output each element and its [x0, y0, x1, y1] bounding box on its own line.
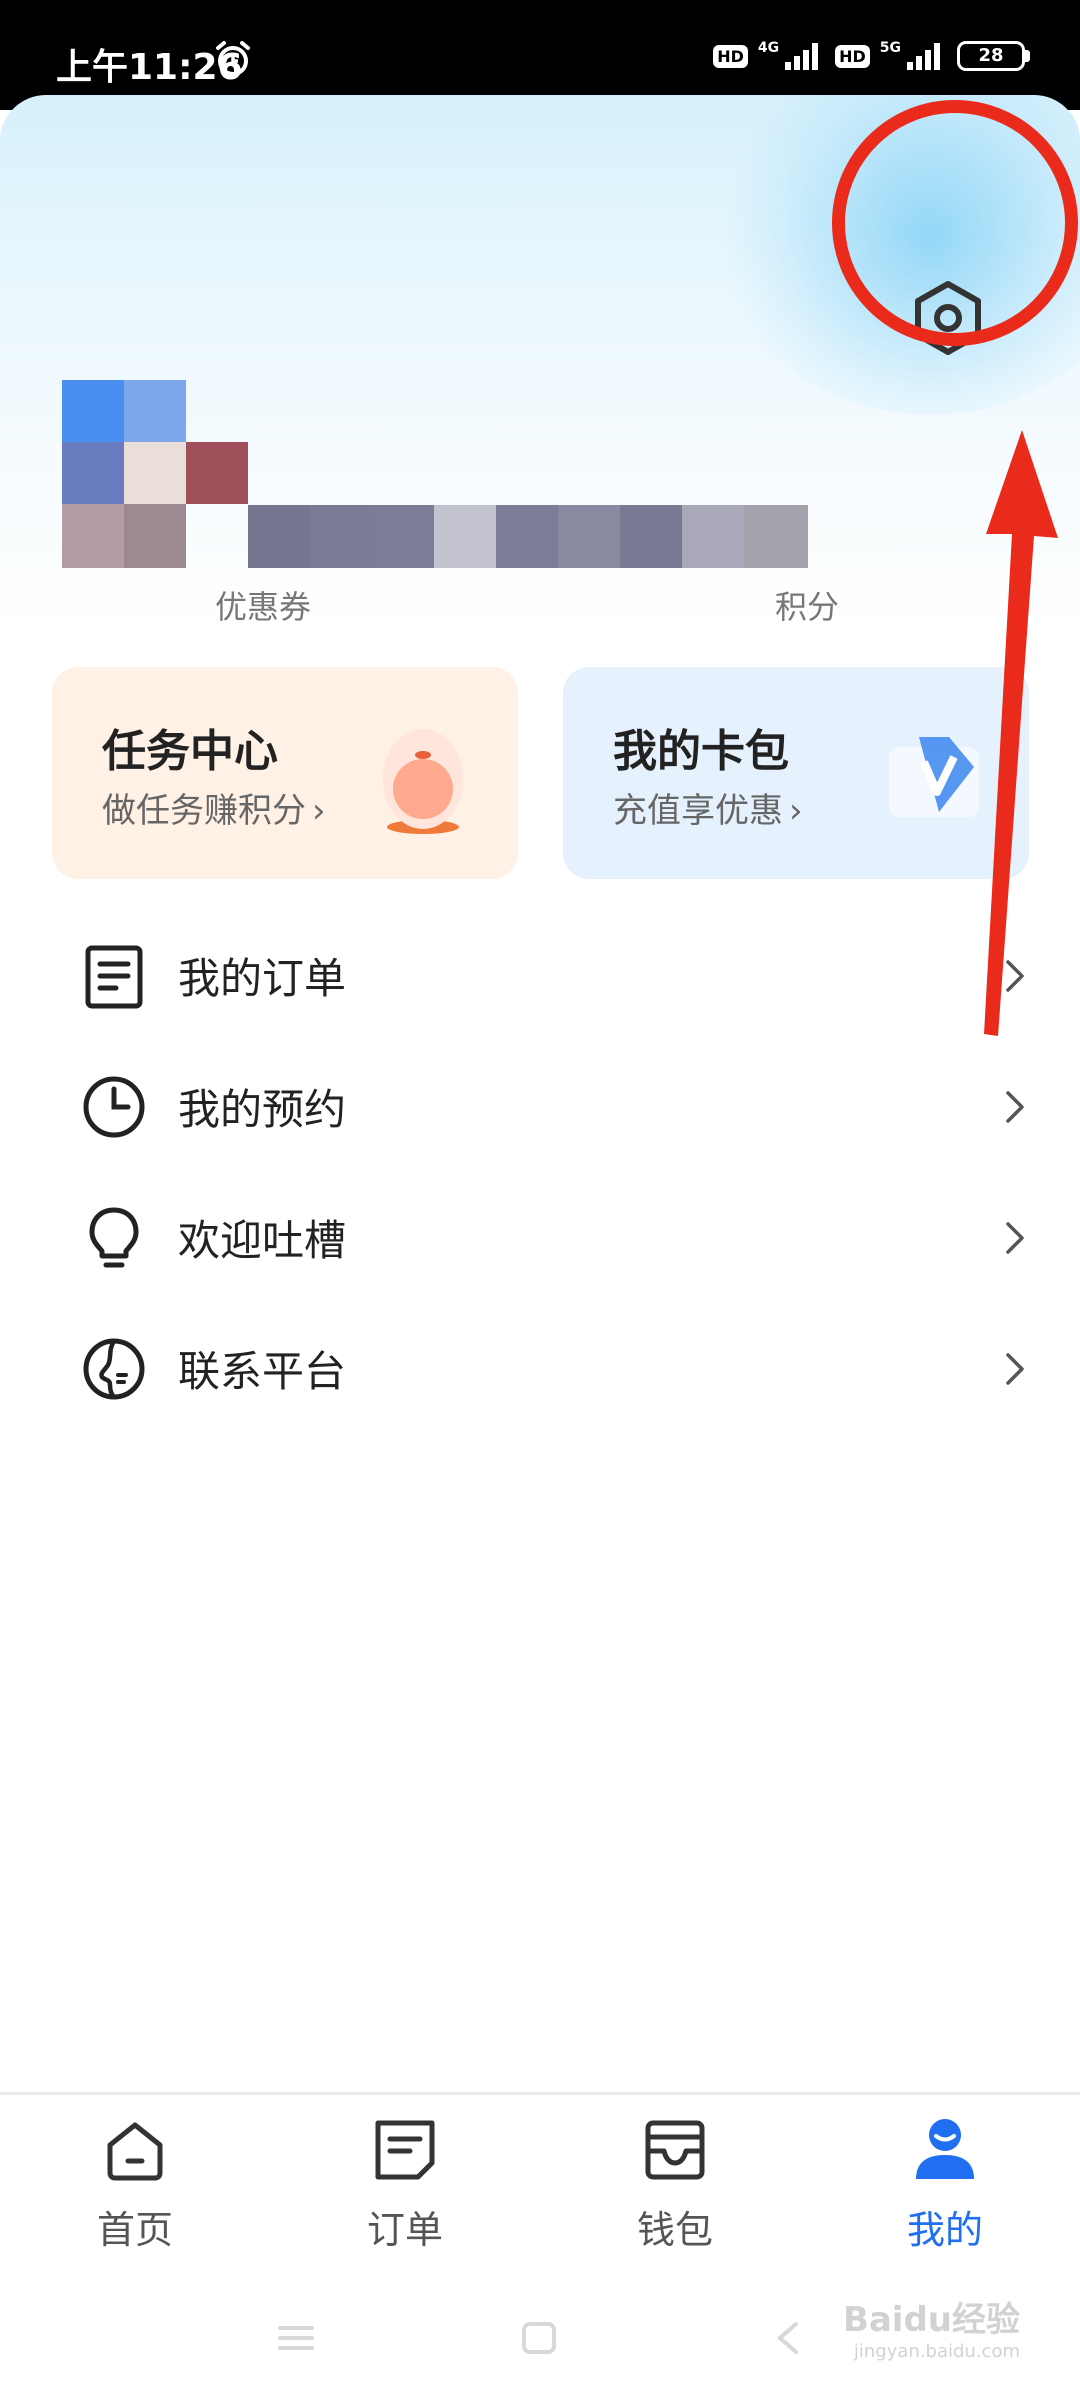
- menu-item-feedback[interactable]: 欢迎吐槽: [0, 1172, 1080, 1303]
- chevron-right-icon: [1006, 1352, 1024, 1385]
- avatar[interactable]: [62, 380, 248, 568]
- task-center-subtitle-text: 做任务赚积分: [102, 791, 306, 831]
- tab-label: 订单: [366, 2208, 443, 2252]
- my-cards-subtitle-text: 充值享优惠: [613, 791, 783, 831]
- watermark: Baidu经验 jingyan.baidu.com: [843, 2292, 1020, 2362]
- vip-card-icon: [889, 737, 979, 817]
- settings-hexagon-icon: [915, 281, 981, 355]
- menu-item-orders[interactable]: 我的订单: [0, 910, 1080, 1041]
- signal-icon-2: [907, 43, 940, 70]
- home-icon: [107, 2122, 163, 2181]
- stat-coupon-label[interactable]: 优惠券: [215, 582, 311, 628]
- my-cards-card[interactable]: 我的卡包 充值享优惠 ›: [563, 667, 1029, 879]
- menu-item-label: 联系平台: [178, 1347, 347, 1396]
- menu-list: 我的订单 我的预约 欢迎吐槽 联系平台: [0, 910, 1080, 1434]
- network-type: 4G: [757, 40, 780, 56]
- tab-label: 钱包: [636, 2208, 713, 2252]
- tab-home[interactable]: 首页: [45, 2115, 225, 2254]
- watermark-text: Baidu经验: [842, 2300, 1020, 2340]
- tab-mine[interactable]: 我的: [855, 2115, 1035, 2254]
- task-center-title: 任务中心: [102, 726, 278, 777]
- profile-header: [0, 95, 1080, 635]
- alarm-icon: [216, 41, 250, 76]
- task-center-subtitle: 做任务赚积分 ›: [102, 783, 326, 832]
- menu-item-label: 我的预约: [178, 1085, 347, 1134]
- battery-level: 28: [957, 41, 1025, 71]
- header-glow: [720, 95, 1080, 415]
- menu-icon[interactable]: [278, 2326, 314, 2350]
- tab-label: 首页: [96, 2208, 173, 2252]
- stat-points-label[interactable]: 积分: [775, 582, 839, 628]
- chevron-right-icon: [1006, 1221, 1024, 1254]
- back-icon[interactable]: [776, 2322, 798, 2354]
- hd-badge-2: HD: [835, 44, 870, 68]
- task-center-card[interactable]: 任务中心 做任务赚积分 ›: [52, 667, 518, 879]
- orders-icon: [375, 2120, 435, 2180]
- tab-orders[interactable]: 订单: [315, 2115, 495, 2254]
- settings-button[interactable]: [905, 275, 991, 361]
- signal-icon: [785, 43, 819, 70]
- lightbulb-icon: [89, 1207, 139, 1267]
- hd-badge: HD: [713, 44, 748, 68]
- home-square-icon[interactable]: [522, 2322, 556, 2354]
- menu-item-contact[interactable]: 联系平台: [0, 1303, 1080, 1434]
- stats-row: 优惠券 积分: [0, 582, 1080, 632]
- menu-item-label: 欢迎吐槽: [178, 1216, 347, 1265]
- chevron-right-icon: ›: [312, 791, 326, 831]
- chevron-right-icon: [1006, 959, 1024, 992]
- clock-icon: [83, 1076, 145, 1137]
- menu-item-reservations[interactable]: 我的预约: [0, 1041, 1080, 1172]
- wallet-icon: [645, 2120, 705, 2180]
- contact-icon: [83, 1338, 145, 1399]
- person-icon: [916, 2119, 974, 2179]
- chevron-right-icon: ›: [789, 791, 803, 831]
- my-cards-subtitle: 充值享优惠 ›: [613, 783, 803, 832]
- tab-label: 我的: [906, 2208, 983, 2252]
- task-mascot-icon: [383, 729, 463, 834]
- status-bar: 上午11:26 HD 4G HD 5G 28: [0, 0, 1080, 110]
- status-indicators: HD 4G HD 5G 28: [713, 40, 1030, 72]
- menu-item-label: 我的订单: [178, 954, 347, 1003]
- username: [248, 505, 808, 568]
- my-cards-title: 我的卡包: [613, 726, 789, 777]
- chevron-right-icon: [1006, 1090, 1024, 1123]
- battery-indicator: 28: [957, 41, 1030, 71]
- document-icon: [85, 945, 143, 1008]
- network-type-2: 5G: [879, 40, 901, 56]
- battery-tip: [1025, 50, 1030, 62]
- watermark-url: jingyan.baidu.com: [853, 2341, 1020, 2362]
- tab-wallet[interactable]: 钱包: [585, 2115, 765, 2254]
